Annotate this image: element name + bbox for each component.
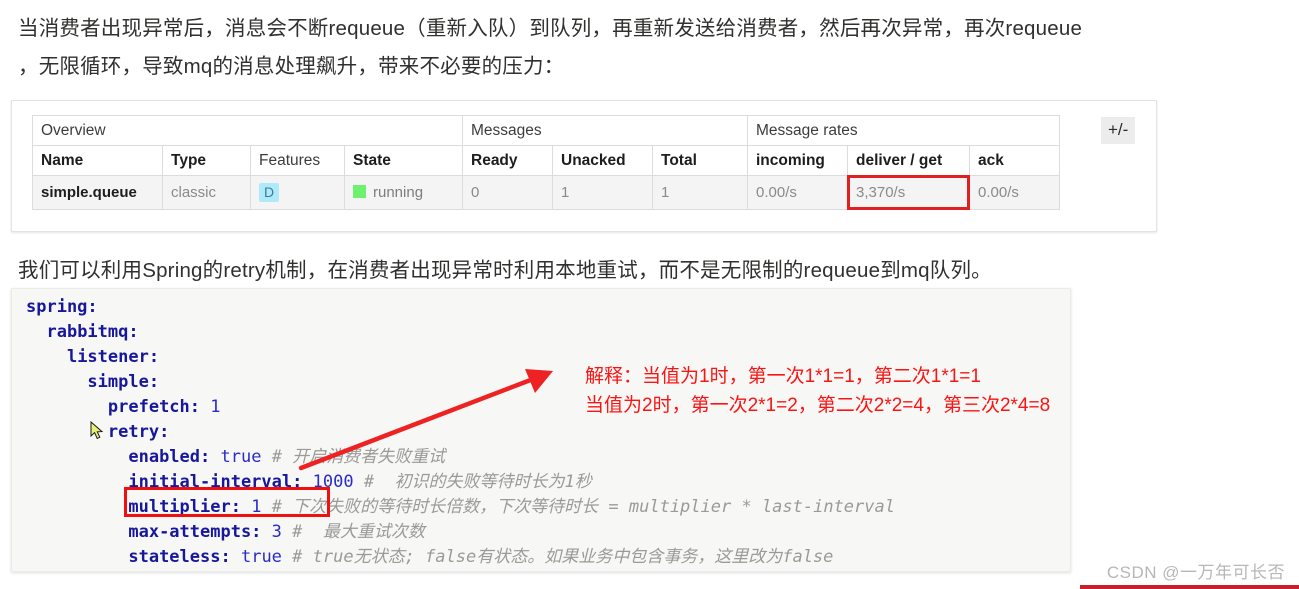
- csdn-watermark: CSDN @一万年可长否: [1106, 563, 1285, 582]
- group-header-message-rates: Message rates: [747, 115, 1060, 146]
- yaml-code-text: spring: rabbitmq: listener: simple: pref…: [26, 297, 895, 567]
- column-header-ready[interactable]: Ready: [462, 145, 553, 176]
- group-header-messages: Messages: [462, 115, 748, 146]
- intro-paragraph-line1: 当消费者出现异常后，消息会不断requeue（重新入队）到队列，再重新发送给消费…: [18, 17, 1083, 40]
- column-header-unacked[interactable]: Unacked: [552, 145, 653, 176]
- cell-messages-unacked: 1: [552, 175, 653, 210]
- cell-queue-state: running: [344, 175, 463, 210]
- column-header-name[interactable]: Name: [32, 145, 163, 176]
- explanation-annotation: 解释：当值为1时，第一次1*1=1，第二次1*1=1 当值为2时，第一次2*1=…: [585, 362, 1050, 420]
- cell-messages-ready: 0: [462, 175, 553, 210]
- durable-badge: D: [259, 183, 280, 202]
- column-header-total[interactable]: Total: [652, 145, 748, 176]
- cell-queue-name[interactable]: simple.queue: [32, 175, 163, 210]
- annotation-line1: 解释：当值为1时，第一次1*1=1，第二次1*1=1: [585, 366, 981, 387]
- column-header-state[interactable]: State: [344, 145, 463, 176]
- queue-table-container: Overview Messages Message rates Name Typ…: [32, 115, 1060, 211]
- cell-rate-ack: 0.00/s: [969, 175, 1060, 210]
- queue-table: Overview Messages Message rates Name Typ…: [32, 115, 1060, 211]
- table-group-header-row: Overview Messages Message rates: [32, 115, 1060, 146]
- table-row[interactable]: simple.queue classic D running 0 1 1 0.0…: [32, 175, 1060, 211]
- cell-messages-total: 1: [652, 175, 748, 210]
- column-header-features[interactable]: Features: [250, 145, 345, 176]
- solution-paragraph: 我们可以利用Spring的retry机制，在消费者出现异常时利用本地重试，而不是…: [18, 259, 992, 282]
- cell-queue-type: classic: [162, 175, 251, 210]
- state-indicator-icon: [353, 185, 366, 198]
- mouse-cursor-icon: [90, 421, 104, 440]
- column-header-incoming[interactable]: incoming: [747, 145, 848, 176]
- group-header-overview: Overview: [32, 115, 463, 146]
- column-header-type[interactable]: Type: [162, 145, 251, 176]
- table-column-header-row: Name Type Features State Ready Unacked T…: [32, 145, 1060, 176]
- annotation-line2: 当值为2时，第一次2*1=2，第二次2*2=4，第三次2*4=8: [585, 395, 1051, 416]
- cell-queue-features: D: [250, 175, 345, 210]
- watermark-accent-bar: [1080, 585, 1299, 589]
- cell-rate-deliver-get: 3,370/s: [847, 175, 971, 211]
- rabbitmq-queue-panel: Overview Messages Message rates Name Typ…: [11, 100, 1157, 232]
- yaml-code-block: spring: rabbitmq: listener: simple: pref…: [11, 288, 1071, 572]
- intro-paragraph-line2: ，无限循环，导致mq的消息处理飙升，带来不必要的压力：: [18, 55, 565, 78]
- column-header-ack[interactable]: ack: [969, 145, 1060, 176]
- column-toggle-button[interactable]: +/-: [1101, 117, 1136, 144]
- cell-rate-incoming: 0.00/s: [747, 175, 848, 210]
- column-header-deliver-get[interactable]: deliver / get: [847, 145, 970, 176]
- cell-state-label: running: [373, 184, 424, 201]
